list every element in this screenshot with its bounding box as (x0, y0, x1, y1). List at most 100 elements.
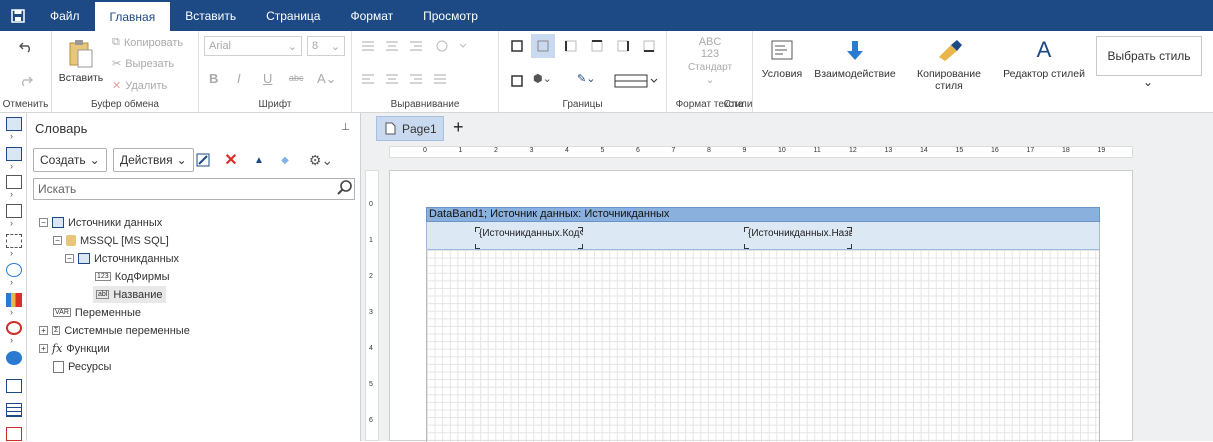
style-editor-button[interactable]: A Редактор стилей (997, 37, 1091, 80)
dictionary-icon[interactable] (6, 147, 22, 161)
tree-item-table[interactable]: − Источникданных (65, 250, 179, 267)
paste-button[interactable]: Вставить (56, 39, 106, 84)
expand-icon[interactable]: + (39, 326, 48, 335)
tree-item-variables[interactable]: VAR Переменные (53, 304, 141, 321)
copy-button[interactable]: ⧉ Копировать (112, 36, 183, 49)
tab-insert[interactable]: Вставить (170, 0, 251, 31)
border-none-icon[interactable] (531, 34, 555, 58)
create-label: Создать (40, 153, 86, 167)
border-top-icon[interactable] (587, 36, 607, 56)
chevron-right-icon: › (10, 189, 13, 199)
conditions-button[interactable]: Условия (758, 39, 806, 80)
page-icon[interactable] (6, 379, 22, 393)
pages-icon[interactable] (6, 175, 22, 189)
border-all-icon[interactable] (507, 36, 527, 56)
tree-item-field-name[interactable]: abl Название (93, 286, 166, 303)
font-family-select[interactable]: Arial ⌄ (204, 36, 302, 56)
tab-format[interactable]: Формат (335, 0, 408, 31)
border-bottom-icon[interactable] (639, 36, 659, 56)
strikethrough-icon[interactable]: abc (289, 73, 304, 83)
tab-file[interactable]: Файл (35, 0, 95, 31)
tab-page1[interactable]: Page1 (376, 116, 444, 141)
tree-label: Источникданных (94, 252, 180, 265)
search-input[interactable]: Искать (33, 178, 355, 200)
ruler-tick-label: 8 (707, 147, 711, 154)
save-icon[interactable] (0, 0, 35, 31)
delete-icon[interactable]: ✕ (221, 150, 241, 170)
border-right-icon[interactable] (613, 36, 633, 56)
barcode-icon[interactable] (6, 234, 22, 248)
tree-label: КодФирмы (114, 270, 170, 283)
tree-item-mssql[interactable]: − MSSQL [MS SQL] (53, 232, 169, 249)
font-group-label: Шрифт (258, 99, 292, 110)
italic-icon[interactable]: I (237, 71, 241, 86)
tree-label: Название (113, 288, 163, 301)
tab-preview[interactable]: Просмотр (408, 0, 493, 31)
tab-home[interactable]: Главная (94, 2, 171, 31)
settings-icon[interactable]: ⚙⌄ (305, 150, 337, 170)
textbox-field-name[interactable]: {Источникданных.Название} (744, 228, 852, 246)
border-left-icon[interactable] (561, 36, 581, 56)
tree-item-datasources[interactable]: − Источники данных (39, 214, 162, 231)
collapse-icon[interactable]: − (39, 218, 48, 227)
copy-style-button[interactable]: Копирование стиля (903, 39, 995, 92)
database-icon (66, 235, 76, 246)
interaction-button[interactable]: Взаимодействие (811, 39, 899, 80)
expand-icon[interactable]: + (39, 344, 48, 353)
report-tree-icon[interactable] (6, 117, 22, 131)
align-icons[interactable] (360, 39, 490, 89)
databand-header[interactable]: DataBand1; Источник данных: Источникданн… (426, 207, 1100, 222)
bold-icon[interactable]: B (209, 71, 218, 86)
ruler-tick-label: 2 (494, 147, 498, 154)
collapse-icon[interactable]: − (65, 254, 74, 263)
actions-dropdown[interactable]: Действия ⌄ (113, 148, 194, 172)
border-style-icon[interactable] (613, 71, 659, 91)
ruler-tick-label: 2 (369, 273, 373, 280)
page-grid[interactable] (426, 250, 1100, 442)
delete-button[interactable]: ✕ Удалить (112, 79, 167, 93)
edit-icon[interactable] (193, 150, 213, 170)
ruler-tick-label: 0 (423, 147, 427, 154)
tree-label: Переменные (74, 306, 141, 319)
ruler-tick-label: 11 (813, 147, 821, 154)
tree-item-resources[interactable]: Ресурсы (53, 358, 111, 375)
font-color-icon[interactable]: A⌄ (317, 71, 337, 87)
tab-page[interactable]: Страница (251, 0, 335, 31)
border-outline-icon[interactable] (507, 71, 527, 91)
chart-icon[interactable] (6, 293, 22, 307)
cut-button[interactable]: ✂ Вырезать (112, 57, 174, 71)
tree-label: Ресурсы (68, 360, 112, 373)
properties-icon[interactable] (6, 204, 22, 218)
font-size-select[interactable]: 8 ⌄ (307, 36, 345, 56)
map-icon[interactable] (6, 351, 22, 365)
text-icon[interactable] (6, 427, 22, 441)
shapes-icon[interactable] (6, 263, 22, 277)
gauge-icon[interactable] (6, 321, 22, 335)
pin-icon[interactable]: ⊥ (341, 122, 350, 133)
chevron-down-icon[interactable]: ⌄ (1143, 75, 1153, 89)
fill-color-icon[interactable]: ⬢⌄ (533, 72, 552, 85)
tree-item-system-variables[interactable]: + Σ Системные переменные (39, 322, 190, 339)
tree-item-field-code[interactable]: 123 КодФирмы (95, 268, 169, 285)
underline-icon[interactable]: U (263, 71, 272, 86)
databand-body[interactable]: {Источникданных.КодФирмы} {Источникданны… (426, 222, 1100, 250)
collapse-icon[interactable]: − (53, 236, 62, 245)
move-up-icon[interactable]: ▲ (249, 150, 269, 170)
tree-item-functions[interactable]: + fx Функции (39, 340, 110, 357)
move-down-icon[interactable]: ◆ (275, 150, 295, 170)
border-color-icon[interactable]: ✎⌄ (577, 72, 595, 85)
redo-icon[interactable] (16, 71, 36, 91)
table-icon (78, 253, 90, 264)
ruler-tick-label: 6 (636, 147, 640, 154)
search-icon[interactable] (337, 180, 353, 199)
datasource-icon (52, 217, 64, 228)
list-icon[interactable] (6, 403, 22, 417)
text-format-button[interactable]: ABC 123 Стандарт ⌄ (673, 36, 747, 86)
create-dropdown[interactable]: Создать ⌄ (33, 148, 107, 172)
undo-icon[interactable] (16, 37, 36, 57)
textbox-field-code[interactable]: {Источникданных.КодФирмы} (475, 228, 583, 246)
dictionary-title: Словарь (35, 121, 88, 136)
choose-style-button[interactable]: Выбрать стиль (1096, 36, 1202, 76)
add-page-icon[interactable]: + (453, 117, 464, 138)
copy-label: Копировать (123, 36, 184, 49)
